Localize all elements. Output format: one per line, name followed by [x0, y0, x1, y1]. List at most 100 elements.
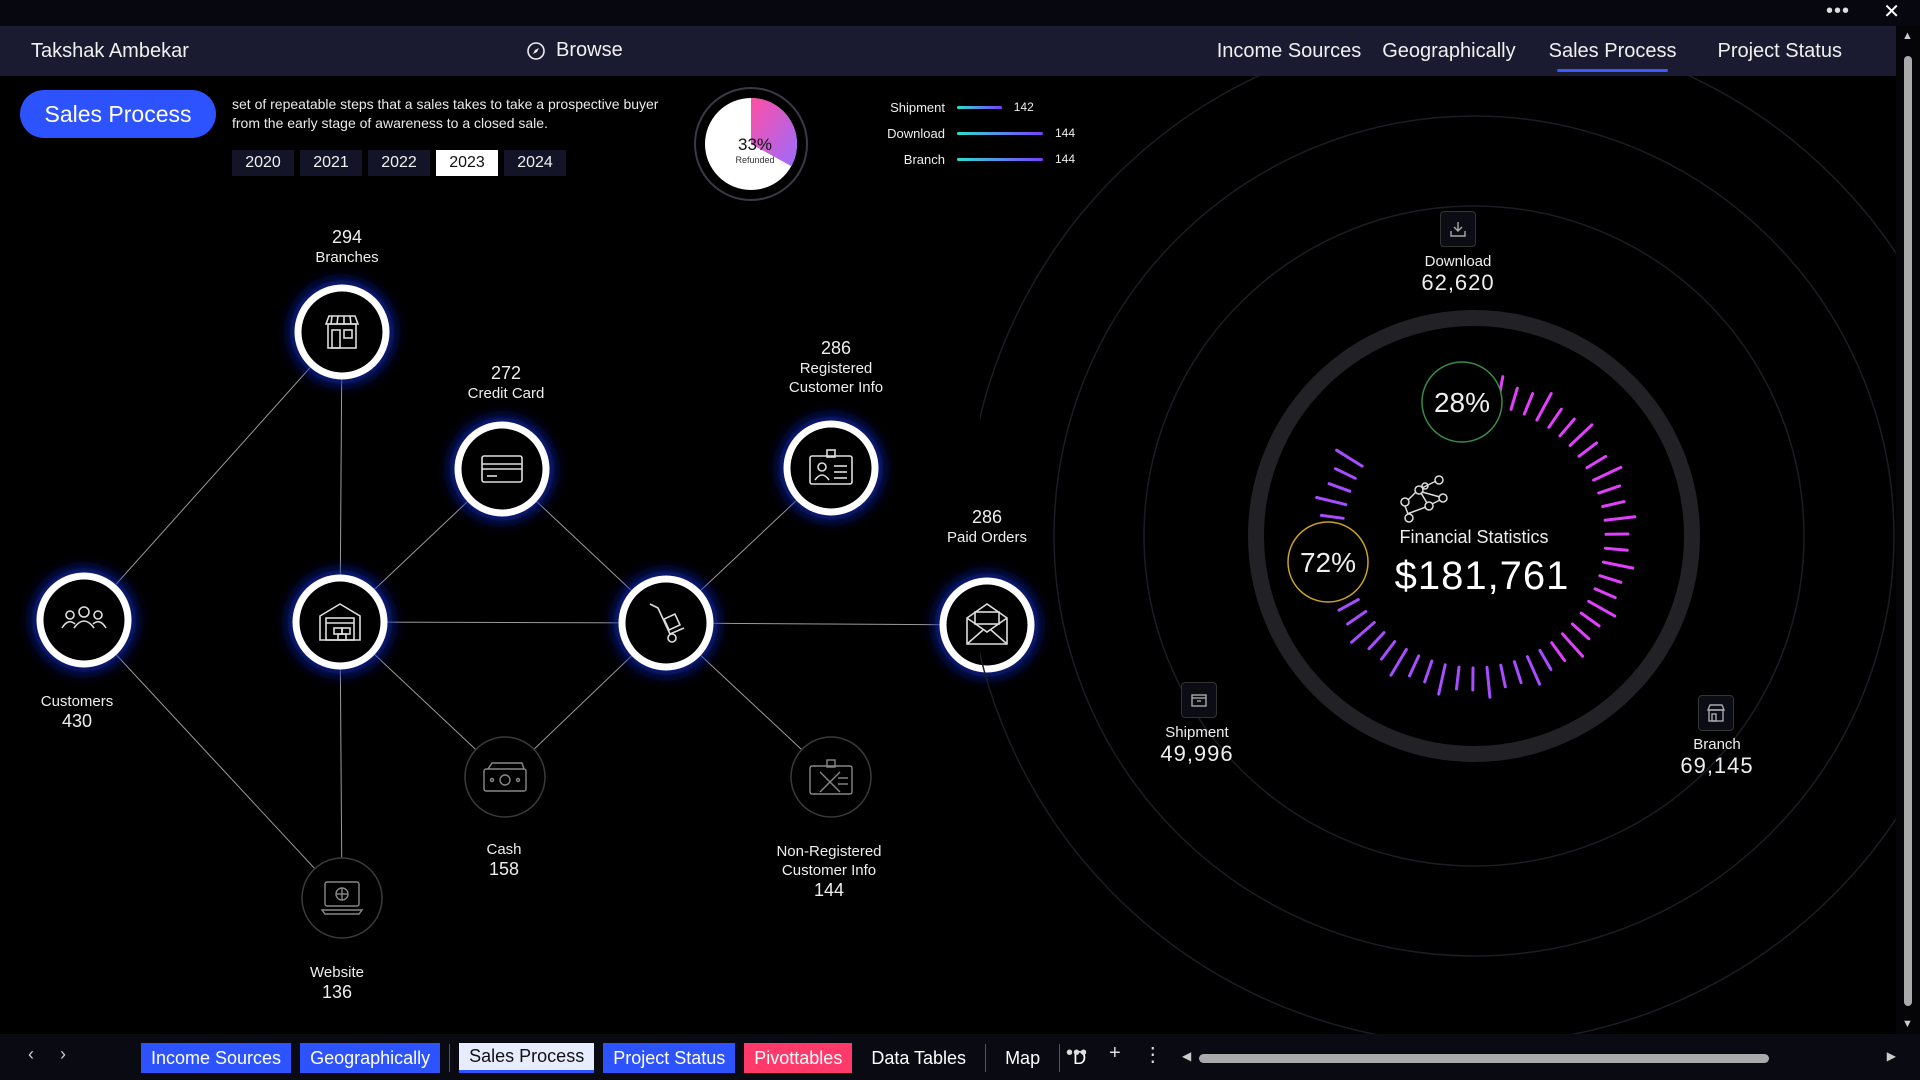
node-non-registered[interactable]	[790, 736, 872, 818]
progress-tick	[1455, 665, 1461, 691]
financial-total: $181,761	[1395, 554, 1570, 598]
node-number: 144	[813, 880, 845, 900]
process-network	[36, 284, 1035, 939]
progress-tick	[1522, 392, 1535, 416]
progress-tick	[1423, 659, 1434, 684]
sheet-tab-geographically[interactable]: Geographically	[300, 1043, 441, 1073]
nav-sales-process[interactable]: Sales Process	[1549, 40, 1676, 72]
node-credit-card[interactable]	[454, 421, 550, 517]
vertical-scrollbar[interactable]: ▲ ▼	[1896, 26, 1920, 1034]
network-edges	[83, 331, 988, 899]
progress-tick	[1535, 392, 1553, 422]
node-number: 272	[490, 363, 522, 383]
top-nav: Takshak Ambekar Browse Income Sources Ge…	[0, 26, 1896, 76]
progress-tick	[1597, 484, 1622, 495]
close-icon[interactable]: ✕	[1883, 0, 1900, 24]
sheet-tab-data-tables[interactable]: Data Tables	[861, 1043, 976, 1073]
progress-tick	[1315, 496, 1348, 507]
progress-tick	[1499, 663, 1507, 689]
registered-label: 286 Registered Customer Info	[776, 338, 896, 397]
kebab-menu-icon[interactable]: ⋮	[1143, 1042, 1163, 1067]
pct-top: 28%	[1434, 387, 1490, 418]
chevron-left-icon[interactable]: ‹	[28, 1044, 34, 1065]
progress-tick	[1603, 515, 1637, 522]
node-cash[interactable]	[464, 736, 546, 818]
scroll-down-icon[interactable]: ▼	[1902, 1018, 1913, 1030]
node-label: Branches	[315, 249, 379, 266]
node-website[interactable]	[301, 857, 383, 939]
progress-tick	[1603, 546, 1629, 552]
progress-tick	[1598, 574, 1623, 584]
progress-tick	[1389, 647, 1408, 677]
scroll-left-icon[interactable]: ◀	[1182, 1049, 1191, 1063]
edge	[83, 331, 343, 621]
progress-tick	[1547, 407, 1563, 429]
progress-tick	[1601, 560, 1635, 570]
node-label: Non-Registered Customer Info	[776, 843, 882, 879]
box-icon	[1181, 682, 1217, 718]
node-number: 286	[820, 338, 852, 358]
financial-title: Financial Statistics	[1399, 527, 1548, 547]
shipment-stat: Shipment 49,996	[1160, 724, 1233, 767]
node-number: 158	[488, 859, 520, 879]
cash-label: Cash 158	[486, 840, 521, 880]
progress-tick	[1587, 599, 1617, 618]
sheet-tab-project-status[interactable]: Project Status	[603, 1043, 736, 1073]
progress-tick	[1437, 663, 1447, 696]
sheet-tab-sales-process[interactable]: Sales Process	[459, 1043, 595, 1073]
dashboard-canvas: Sales Process set of repeatable steps th…	[0, 76, 1896, 1034]
add-sheet-icon[interactable]: +	[1109, 1042, 1121, 1067]
node-branches[interactable]	[294, 284, 390, 380]
download-stat: Download 62,620	[1421, 253, 1494, 296]
node-warehouse[interactable]	[292, 574, 388, 670]
node-label: Customers	[40, 693, 114, 710]
store-icon	[1698, 695, 1734, 731]
nav-income-sources[interactable]: Income Sources	[1217, 40, 1362, 63]
sheet-tabs: Income Sources Geographically Sales Proc…	[141, 1043, 1099, 1073]
progress-tick	[1509, 386, 1519, 411]
progress-tick	[1512, 660, 1523, 685]
more-tabs-icon[interactable]: •••	[1066, 1042, 1087, 1067]
progress-tick	[1334, 467, 1357, 480]
vertical-scroll-thumb[interactable]	[1904, 56, 1912, 1006]
sheet-tab-income-sources[interactable]: Income Sources	[141, 1043, 292, 1073]
tab-divider	[985, 1044, 987, 1072]
node-number: 136	[321, 982, 353, 1002]
download-icon	[1440, 211, 1476, 247]
progress-tick	[1577, 441, 1599, 458]
horizontal-scrollbar[interactable]: ◀ ▶	[1182, 1049, 1896, 1064]
progress-tick	[1408, 654, 1421, 678]
progress-tick	[1558, 417, 1576, 438]
browse-button[interactable]: Browse	[526, 39, 623, 62]
sheet-tab-map[interactable]: Map	[995, 1043, 1050, 1073]
node-customers[interactable]	[36, 572, 132, 668]
node-registered-customer[interactable]	[783, 420, 879, 516]
stat-label: Download	[1424, 253, 1492, 270]
progress-tick	[1335, 448, 1364, 468]
progress-tick	[1380, 640, 1397, 661]
nav-project-status[interactable]: Project Status	[1717, 40, 1842, 63]
sheet-tab-pivottables[interactable]: Pivottables	[744, 1043, 853, 1073]
nav-geographically[interactable]: Geographically	[1382, 40, 1515, 63]
window-titlebar: ••• ✕	[0, 0, 1920, 26]
node-number: 294	[331, 227, 363, 247]
edge	[339, 621, 667, 624]
node-delivery[interactable]	[618, 575, 714, 671]
progress-tick	[1592, 465, 1623, 482]
progress-tick	[1319, 513, 1345, 520]
user-name: Takshak Ambekar	[31, 40, 189, 62]
progress-tick	[1585, 454, 1608, 470]
node-label: Website	[310, 964, 364, 981]
sheet-tab-bar: ‹ › Income Sources Geographically Sales …	[0, 1034, 1920, 1080]
network-icon	[1400, 475, 1448, 523]
node-label: Cash	[486, 841, 522, 858]
horizontal-scroll-thumb[interactable]	[1199, 1054, 1769, 1063]
edge	[83, 619, 343, 899]
chevron-right-icon[interactable]: ›	[60, 1044, 66, 1065]
more-icon[interactable]: •••	[1826, 0, 1850, 22]
branches-label: 294 Branches	[315, 227, 378, 267]
scroll-up-icon[interactable]: ▲	[1902, 30, 1913, 42]
node-number: 430	[61, 711, 93, 731]
progress-tick	[1550, 641, 1567, 662]
scroll-right-icon[interactable]: ▶	[1887, 1049, 1896, 1063]
